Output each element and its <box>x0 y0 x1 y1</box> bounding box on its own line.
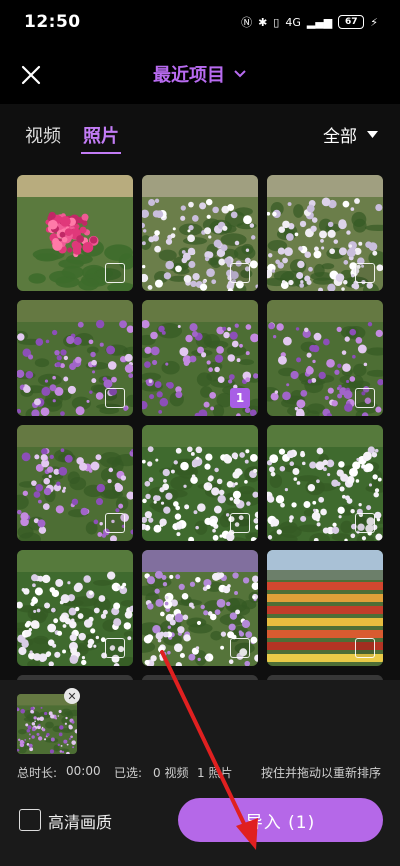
photo-thumbnail[interactable] <box>17 550 133 666</box>
photo-thumbnail[interactable] <box>17 300 133 416</box>
chevron-down-icon <box>234 70 246 78</box>
nfc-icon: Ⓝ <box>241 16 253 29</box>
photo-thumbnail[interactable]: 1 <box>142 300 258 416</box>
select-checkbox[interactable] <box>105 513 125 533</box>
vibrate-icon: ▯ <box>273 15 280 29</box>
status-time: 12:50 <box>24 12 81 32</box>
tab-video[interactable]: 视频 <box>25 122 61 148</box>
selection-info: 总时长: 00:00 已选: 0 视频 1 照片 按住并拖动以重新排序 <box>0 764 400 782</box>
tab-photo[interactable]: 照片 <box>83 122 119 148</box>
hq-checkbox[interactable] <box>19 809 41 831</box>
bluetooth-icon: ✱ <box>258 15 268 29</box>
select-checkbox[interactable] <box>105 638 125 658</box>
select-checkbox[interactable] <box>105 388 125 408</box>
photo-thumbnail[interactable] <box>17 175 133 291</box>
page-title: 最近项目 <box>153 65 225 86</box>
select-checkbox[interactable] <box>230 263 250 283</box>
photo-thumbnail[interactable] <box>267 425 383 541</box>
duration-value: 00:00 <box>66 764 101 778</box>
filter-row: 视频 照片 全部 <box>0 104 400 162</box>
select-checkbox[interactable] <box>355 638 375 658</box>
reorder-hint: 按住并拖动以重新排序 <box>261 766 382 780</box>
select-checkbox[interactable] <box>105 263 125 283</box>
photo-thumbnail[interactable] <box>267 550 383 666</box>
select-checkbox[interactable] <box>355 388 375 408</box>
photo-thumbnail[interactable] <box>142 175 258 291</box>
video-count: 0 视频 <box>153 766 189 780</box>
remove-selected-icon[interactable]: ✕ <box>64 688 80 704</box>
select-checkbox[interactable] <box>230 513 250 533</box>
selection-badge[interactable]: 1 <box>230 388 250 408</box>
caret-down-icon <box>367 130 378 138</box>
signal-network: 4G <box>285 15 301 29</box>
select-checkbox[interactable] <box>355 513 375 533</box>
charging-icon: ⚡ <box>370 15 378 29</box>
hq-label[interactable]: 高清画质 <box>48 809 112 833</box>
status-icons: Ⓝ ✱ ▯ 4G ▂▄▆ 67 ⚡ <box>241 14 378 30</box>
album-selector[interactable]: 最近项目 <box>153 61 247 87</box>
photo-count: 1 照片 <box>197 766 233 780</box>
select-checkbox[interactable] <box>230 638 250 658</box>
selected-label: 已选: <box>114 766 143 780</box>
photo-thumbnail[interactable] <box>267 300 383 416</box>
photo-thumbnail[interactable] <box>267 175 383 291</box>
import-label: 导入 (1) <box>245 812 316 833</box>
photo-thumbnail[interactable] <box>142 550 258 666</box>
signal-icon: ▂▄▆ <box>306 15 333 29</box>
filter-all-dropdown[interactable]: 全部 <box>323 122 378 147</box>
bottom-panel: ✕ 总时长: 00:00 已选: 0 视频 1 照片 按住并拖动以重新排序 高清… <box>0 680 400 866</box>
battery-level: 67 <box>345 17 358 27</box>
top-header: 最近项目 <box>0 44 400 104</box>
close-icon[interactable] <box>18 62 44 88</box>
photo-thumbnail[interactable] <box>142 425 258 541</box>
import-button[interactable]: 导入 (1) <box>178 798 383 842</box>
tab-underline <box>81 152 121 154</box>
status-bar: 12:50 Ⓝ ✱ ▯ 4G ▂▄▆ 67 ⚡ <box>0 0 400 44</box>
battery-icon: 67 <box>338 15 365 29</box>
filter-all-label: 全部 <box>323 127 357 147</box>
duration-label: 总时长: <box>17 766 58 780</box>
photo-thumbnail[interactable] <box>17 425 133 541</box>
photo-grid: 1 <box>17 175 383 680</box>
select-checkbox[interactable] <box>355 263 375 283</box>
